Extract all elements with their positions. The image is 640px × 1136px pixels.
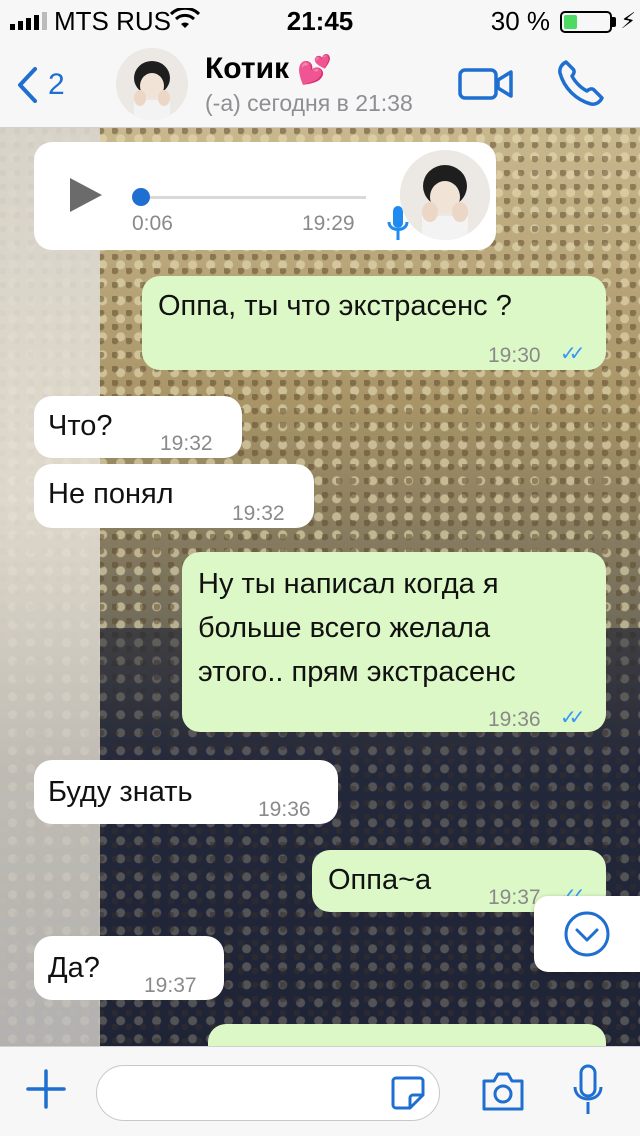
incoming-message[interactable]: Что? 19:32 <box>34 396 242 458</box>
message-text-line: больше всего желала <box>198 612 491 644</box>
message-time: 19:37 <box>144 974 197 997</box>
chat-header: 2 Котик 💕 (-а) сегодня в 21:38 <box>0 40 640 128</box>
incoming-message[interactable]: Не понял 19:32 <box>34 464 314 528</box>
battery-icon <box>560 11 612 33</box>
chevron-down-circle-icon <box>564 911 610 957</box>
message-time: 19:37 <box>488 886 541 909</box>
voice-call-button[interactable] <box>556 58 604 108</box>
message-text: Да? <box>48 952 100 984</box>
play-icon[interactable] <box>70 178 102 212</box>
outgoing-message[interactable]: Оппа, ты что экстрасенс ? 19:30 ✓✓ <box>142 276 606 370</box>
voice-message-time: 19:29 <box>302 212 355 235</box>
battery-percent: 30 % <box>490 6 550 36</box>
voice-sender-avatar <box>400 150 490 240</box>
back-button[interactable]: 2 <box>16 60 65 110</box>
incoming-message[interactable]: Да? 19:37 <box>34 936 224 1000</box>
contact-name[interactable]: Котик 💕 <box>205 52 332 86</box>
message-text: Оппа, ты что экстрасенс ? <box>158 290 512 322</box>
read-receipt-icon: ✓✓ <box>560 343 585 365</box>
sticker-button[interactable] <box>390 1075 426 1111</box>
message-input-bar <box>0 1046 640 1136</box>
message-time: 19:32 <box>232 502 285 525</box>
avatar-photo-icon <box>116 48 188 120</box>
message-input[interactable] <box>96 1065 440 1121</box>
message-text: Оппа~а <box>328 864 432 896</box>
sparkling-heart-icon: 💕 <box>297 53 332 85</box>
video-call-button[interactable] <box>458 66 514 102</box>
message-text: Не понял <box>48 478 174 510</box>
chevron-left-icon <box>18 67 37 103</box>
message-text: Буду знать <box>48 776 193 808</box>
contact-avatar[interactable] <box>116 48 188 120</box>
status-bar: MTS RUS 21:45 30 % ⚡ <box>0 0 640 40</box>
message-text: Что? <box>48 410 113 442</box>
charging-bolt-icon: ⚡ <box>620 8 636 33</box>
outgoing-message-partial[interactable] <box>208 1024 606 1046</box>
message-time: 19:32 <box>160 432 213 455</box>
message-text-line: Ну ты написал когда я <box>198 568 499 600</box>
avatar-photo-icon <box>400 150 490 240</box>
message-time: 19:36 <box>488 708 541 731</box>
contact-name-text: Котик <box>205 52 290 85</box>
wallpaper-background <box>0 128 100 1046</box>
voice-progress-track[interactable] <box>138 196 366 199</box>
microphone-button[interactable] <box>572 1063 604 1117</box>
voice-message[interactable]: 0:06 19:29 <box>34 142 496 250</box>
back-unread-count: 2 <box>48 68 65 101</box>
incoming-message[interactable]: Буду знать 19:36 <box>34 760 338 824</box>
read-receipt-icon: ✓✓ <box>560 707 585 729</box>
voice-progress-knob[interactable] <box>132 188 150 206</box>
scroll-to-bottom-button[interactable] <box>534 896 640 972</box>
message-time: 19:30 <box>488 344 541 367</box>
voice-duration: 0:06 <box>132 212 173 235</box>
battery-nub <box>612 17 616 27</box>
attach-plus-button[interactable] <box>26 1069 66 1109</box>
battery-level <box>564 15 578 29</box>
outgoing-message[interactable]: Ну ты написал когда я больше всего желал… <box>182 552 606 732</box>
last-seen-status: (-а) сегодня в 21:38 <box>205 90 413 116</box>
camera-button[interactable] <box>480 1069 526 1113</box>
message-text-line: этого.. прям экстрасенс <box>198 656 516 688</box>
message-time: 19:36 <box>258 798 311 821</box>
